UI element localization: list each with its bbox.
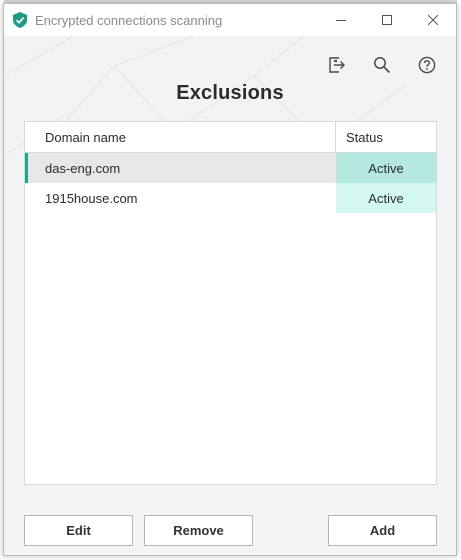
toolbar	[324, 54, 440, 76]
shield-icon	[13, 12, 27, 28]
close-icon	[428, 15, 438, 25]
remove-button[interactable]: Remove	[144, 515, 253, 546]
status-cell: Active	[336, 153, 436, 183]
window-title: Encrypted connections scanning	[35, 12, 223, 28]
background-window-edge	[457, 0, 461, 560]
page-title: Exclusions	[176, 82, 284, 104]
column-header-status[interactable]: Status	[336, 122, 436, 152]
dialog-window: Encrypted connections scanning Exclusion…	[3, 3, 457, 556]
column-header-domain[interactable]: Domain name	[25, 122, 336, 152]
exclusions-table: Domain name Status das-eng.com Active 19…	[24, 121, 437, 485]
table-row[interactable]: 1915house.com Active	[25, 183, 436, 213]
minimize-button[interactable]	[318, 4, 364, 36]
minimize-icon	[336, 20, 346, 21]
help-icon[interactable]	[414, 54, 440, 76]
edit-button[interactable]: Edit	[24, 515, 133, 546]
status-cell: Active	[336, 183, 436, 213]
search-icon[interactable]	[369, 54, 395, 76]
close-button[interactable]	[410, 4, 456, 36]
maximize-icon	[382, 15, 392, 25]
title-bar[interactable]: Encrypted connections scanning	[4, 4, 456, 36]
maximize-button[interactable]	[364, 4, 410, 36]
domain-cell: 1915house.com	[45, 190, 138, 206]
table-header: Domain name Status	[25, 122, 436, 153]
background-window-edge	[0, 556, 461, 560]
add-button[interactable]: Add	[328, 515, 437, 546]
export-icon[interactable]	[324, 54, 350, 76]
domain-cell: das-eng.com	[25, 153, 336, 183]
table-row[interactable]: das-eng.com Active	[25, 153, 436, 183]
